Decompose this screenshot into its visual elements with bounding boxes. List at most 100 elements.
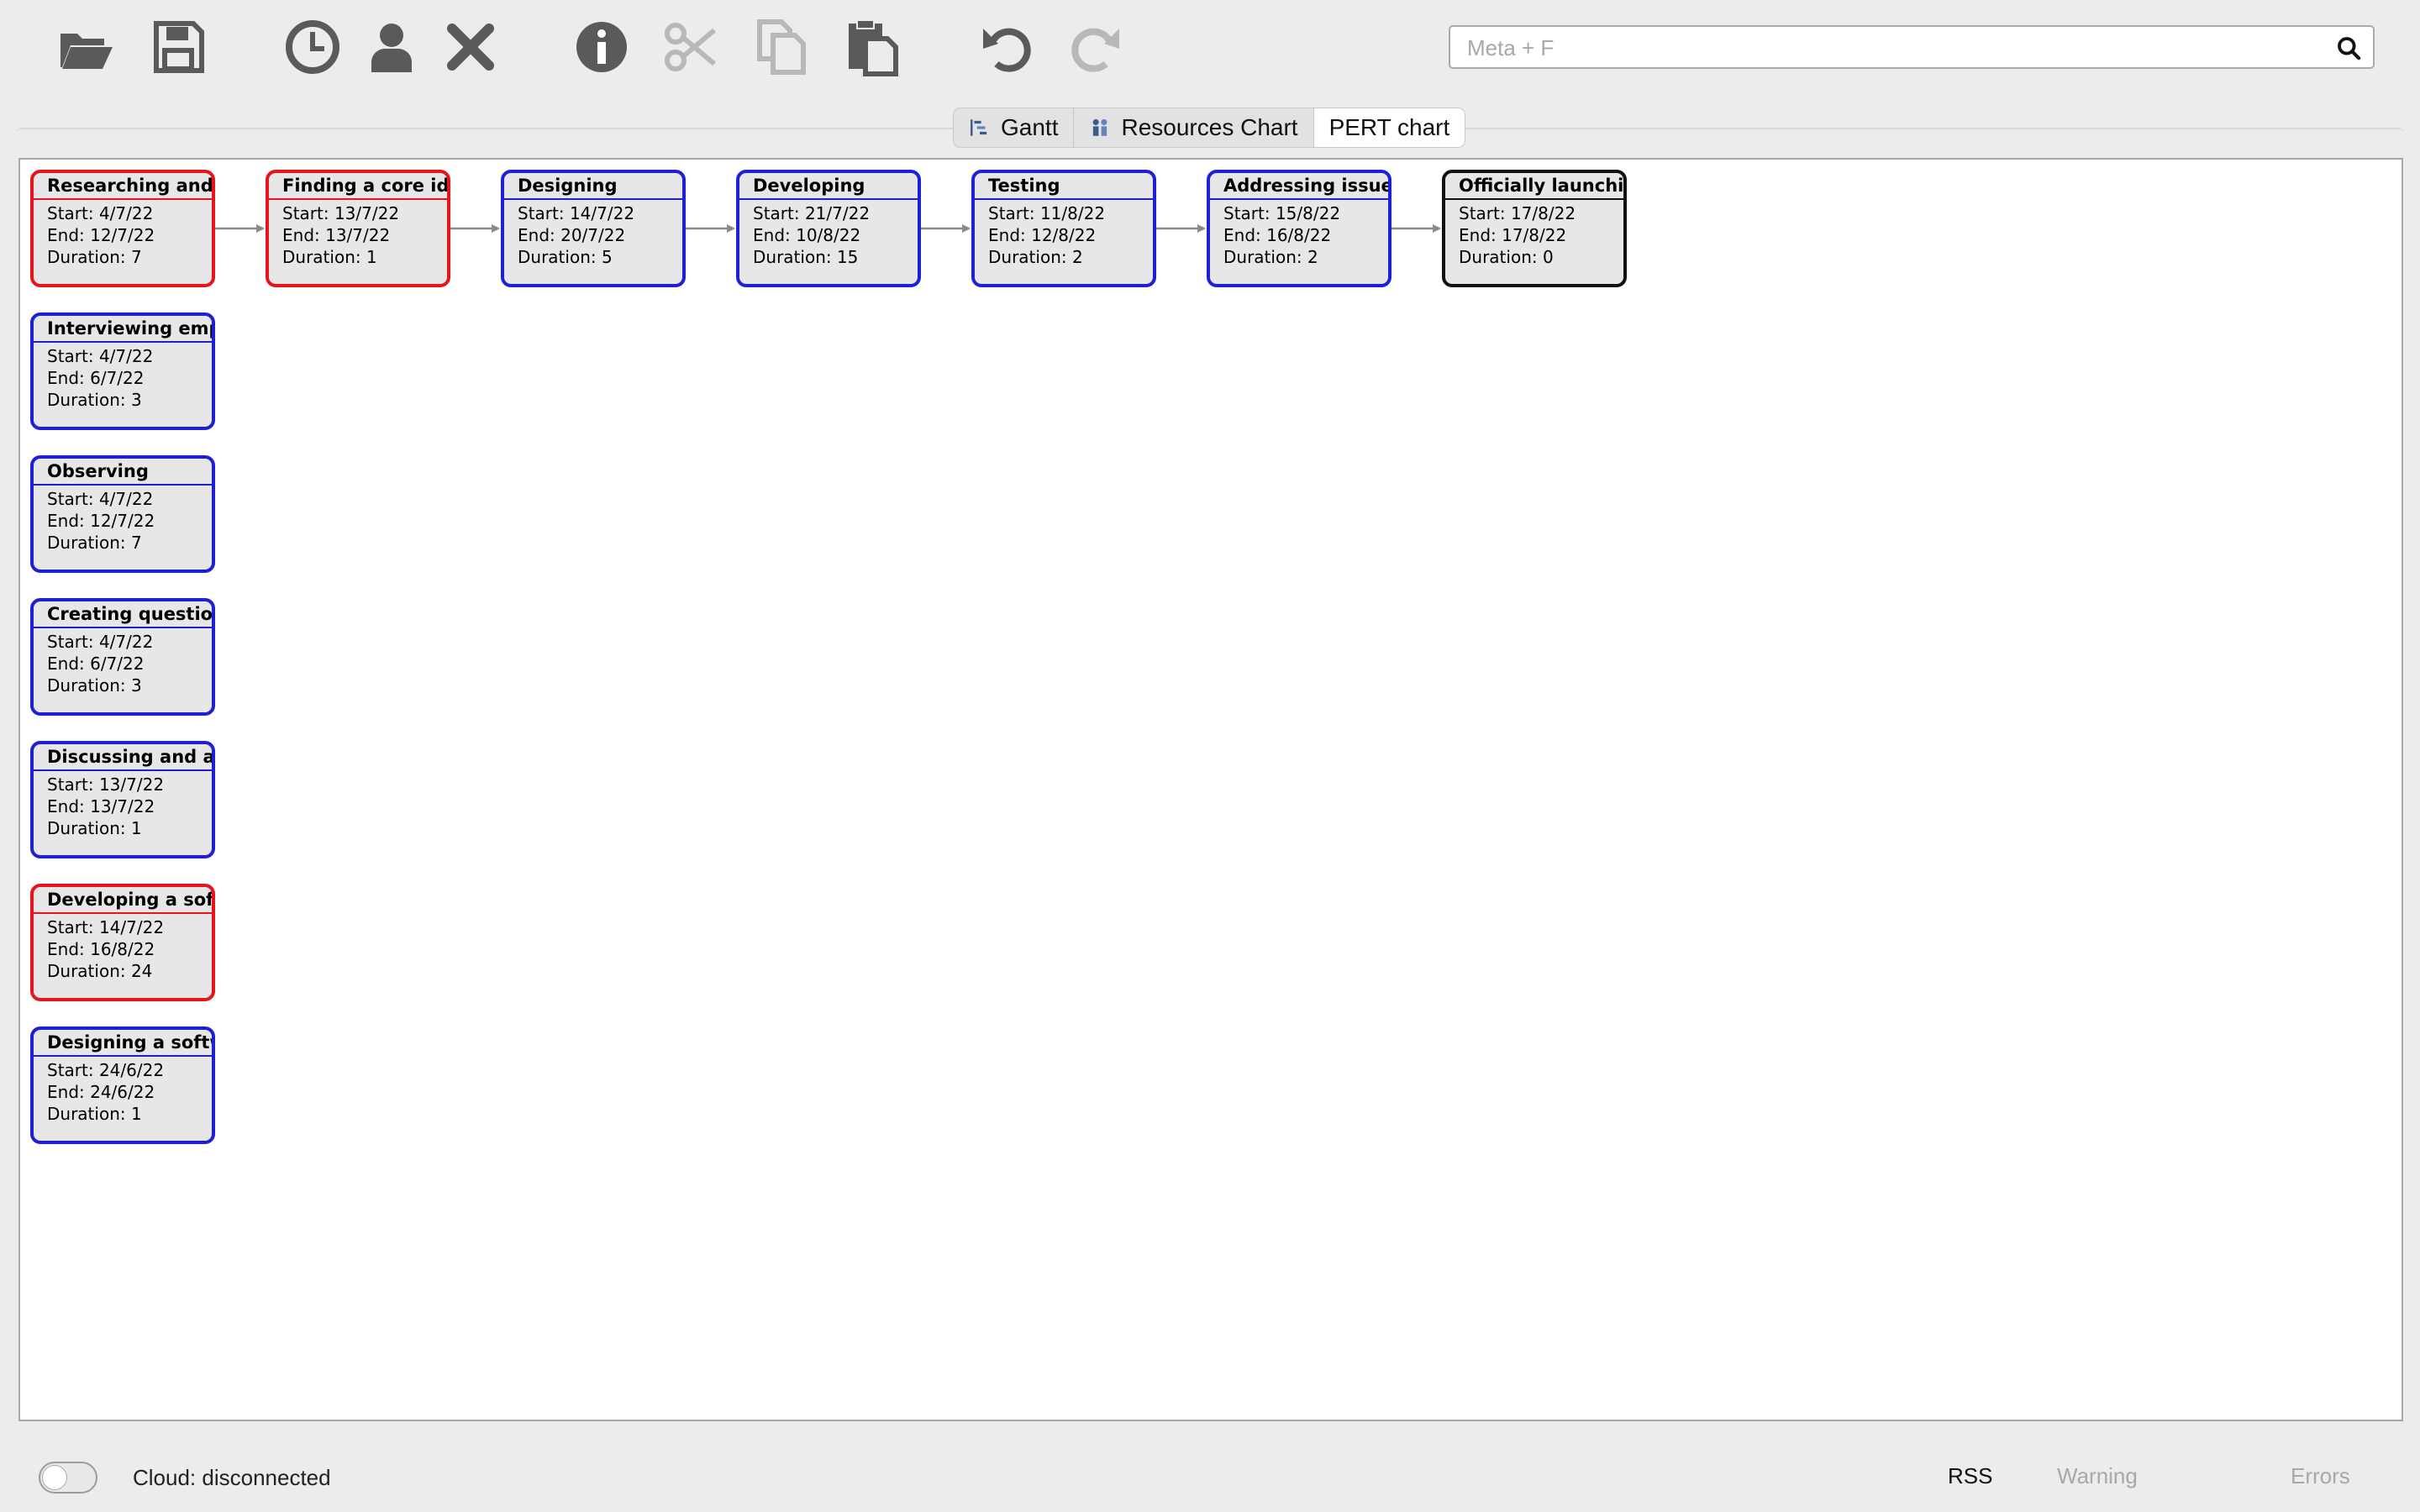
paste-button[interactable] <box>839 17 906 77</box>
node-duration: Duration: 24 <box>47 961 153 981</box>
open-button[interactable] <box>52 17 119 77</box>
node-duration: Duration: 7 <box>47 533 142 553</box>
tab-gantt-label: Gantt <box>1001 114 1059 140</box>
node-duration: Duration: 1 <box>47 818 142 838</box>
node-start: Start: 15/8/22 <box>1223 203 1341 223</box>
redo-icon <box>1071 28 1119 72</box>
pert-node[interactable]: Designing Start: 14/7/22 End: 20/7/22 Dura… <box>501 170 686 287</box>
node-title: Testing <box>975 173 1153 200</box>
tab-resources-chart-label: Resources Chart <box>1121 114 1298 140</box>
node-title: Developing a softw… <box>34 887 212 914</box>
pert-node[interactable]: Researching and g… Start: 4/7/22End: 12/… <box>30 170 215 287</box>
user-icon <box>371 24 412 72</box>
node-end: End: 10/8/22 <box>753 225 861 245</box>
cut-icon <box>665 23 716 71</box>
node-start: Start: 11/8/22 <box>988 203 1106 223</box>
node-title: Finding a core idea <box>269 173 447 200</box>
node-title: Designing a softw… <box>34 1030 212 1057</box>
save-button[interactable] <box>145 17 212 77</box>
node-title: Researching and g… <box>34 173 212 200</box>
node-duration: Duration: 0 <box>1459 247 1554 267</box>
delete-icon <box>447 24 494 71</box>
node-duration: Duration: 2 <box>1223 247 1318 267</box>
tab-gantt[interactable]: Gantt <box>954 108 1075 147</box>
toggle-knob <box>42 1465 67 1490</box>
pert-node[interactable]: Designing a softw… Start: 24/6/22End: 24… <box>30 1026 215 1144</box>
node-start: Start: 17/8/22 <box>1459 203 1576 223</box>
node-start: Start: 4/7/22 <box>47 632 154 652</box>
pert-node[interactable]: Developing Start: 21/7/22 End: 10/8/22 Dur… <box>736 170 921 287</box>
node-start: Start: 24/6/22 <box>47 1060 165 1080</box>
resources-icon <box>1093 118 1107 136</box>
pert-node[interactable]: Addressing issues… Start: 15/8/22End: 16… <box>1207 170 1392 287</box>
node-title: Designing <box>504 173 682 200</box>
node-duration: Duration: 3 <box>47 390 142 410</box>
node-start: Start: 4/7/22 <box>47 346 154 366</box>
pert-node[interactable]: Testing Start: 11/8/22 End: 12/8/22 Durati… <box>971 170 1156 287</box>
node-title: Discussing and an… <box>34 744 212 771</box>
save-icon <box>154 21 204 73</box>
delete-button[interactable] <box>437 17 504 77</box>
node-title: Developing <box>739 173 918 200</box>
clock-icon <box>286 20 339 74</box>
node-end: End: 16/8/22 <box>47 939 155 959</box>
node-start: Start: 21/7/22 <box>753 203 871 223</box>
node-end: End: 20/7/22 <box>518 225 626 245</box>
node-duration: Duration: 15 <box>753 247 859 267</box>
node-end: End: 12/8/22 <box>988 225 1097 245</box>
cut-button[interactable] <box>657 17 724 77</box>
main-toolbar <box>0 0 2420 101</box>
node-end: End: 6/7/22 <box>47 368 145 388</box>
node-duration: Duration: 2 <box>988 247 1083 267</box>
pert-node[interactable]: Discussing and an… Start: 13/7/22End: 13… <box>30 741 215 858</box>
tab-resources-chart[interactable]: Resources Chart <box>1074 108 1314 147</box>
node-title: Creating question… <box>34 601 212 628</box>
node-duration: Duration: 1 <box>47 1104 142 1124</box>
pert-milestone-node[interactable]: Officially launching… Start: 17/8/22End:… <box>1442 170 1627 287</box>
pert-node[interactable]: Observing Start: 4/7/22 End: 12/7/22 Durat… <box>30 455 215 573</box>
status-bar: Cloud: disconnected RSS Warning Errors <box>0 1443 2420 1512</box>
tab-pert-chart[interactable]: PERT chart <box>1313 108 1465 147</box>
node-title: Officially launching… <box>1445 173 1623 200</box>
node-start: Start: 14/7/22 <box>47 917 165 937</box>
resources-button[interactable] <box>358 17 425 77</box>
node-duration: Duration: 7 <box>47 247 142 267</box>
copy-button[interactable] <box>748 17 815 77</box>
info-icon <box>576 22 627 72</box>
node-title: Addressing issues… <box>1210 173 1388 200</box>
redo-button[interactable] <box>1060 17 1128 77</box>
node-end: End: 13/7/22 <box>282 225 391 245</box>
pert-node[interactable]: Creating question… Start: 4/7/22End: 6/7… <box>30 598 215 716</box>
node-end: End: 24/6/22 <box>47 1082 155 1102</box>
pert-node[interactable]: Developing a softw… Start: 14/7/22End: 1… <box>30 884 215 1001</box>
search-input[interactable] <box>1465 32 2309 64</box>
pert-node[interactable]: Interviewing empl… Start: 4/7/22End: 6/7… <box>30 312 215 430</box>
node-start: Start: 13/7/22 <box>47 774 165 795</box>
undo-button[interactable] <box>975 17 1042 77</box>
cloud-toggle[interactable] <box>39 1462 97 1494</box>
pert-chart-panel: Researching and g… Start: 4/7/22End: 12/… <box>18 158 2403 1421</box>
node-start: Start: 13/7/22 <box>282 203 400 223</box>
node-start: Start: 14/7/22 <box>518 203 635 223</box>
gantt-icon <box>971 119 987 136</box>
pert-node[interactable]: Finding a core idea Start: 13/7/22End: 1… <box>266 170 450 287</box>
node-end: End: 12/7/22 <box>47 225 155 245</box>
node-end: End: 12/7/22 <box>47 511 155 531</box>
chart-tabs: Gantt Resources Chart PERT chart <box>953 108 1466 148</box>
undo-icon <box>983 28 1031 72</box>
errors-link[interactable]: Errors <box>2291 1463 2350 1489</box>
node-duration: Duration: 5 <box>518 247 613 267</box>
rss-link[interactable]: RSS <box>1948 1463 1992 1489</box>
properties-button[interactable] <box>568 17 635 77</box>
node-end: End: 13/7/22 <box>47 796 155 816</box>
node-start: Start: 4/7/22 <box>47 489 154 509</box>
search-icon[interactable] <box>2336 35 2363 62</box>
warning-link[interactable]: Warning <box>2057 1463 2138 1489</box>
cloud-status: Cloud: disconnected <box>133 1465 331 1490</box>
open-icon <box>60 34 113 69</box>
node-title: Interviewing empl… <box>34 316 212 343</box>
paste-icon <box>849 19 898 76</box>
history-button[interactable] <box>279 17 346 77</box>
node-end: End: 17/8/22 <box>1459 225 1567 245</box>
tab-pert-chart-label: PERT chart <box>1328 114 1450 140</box>
